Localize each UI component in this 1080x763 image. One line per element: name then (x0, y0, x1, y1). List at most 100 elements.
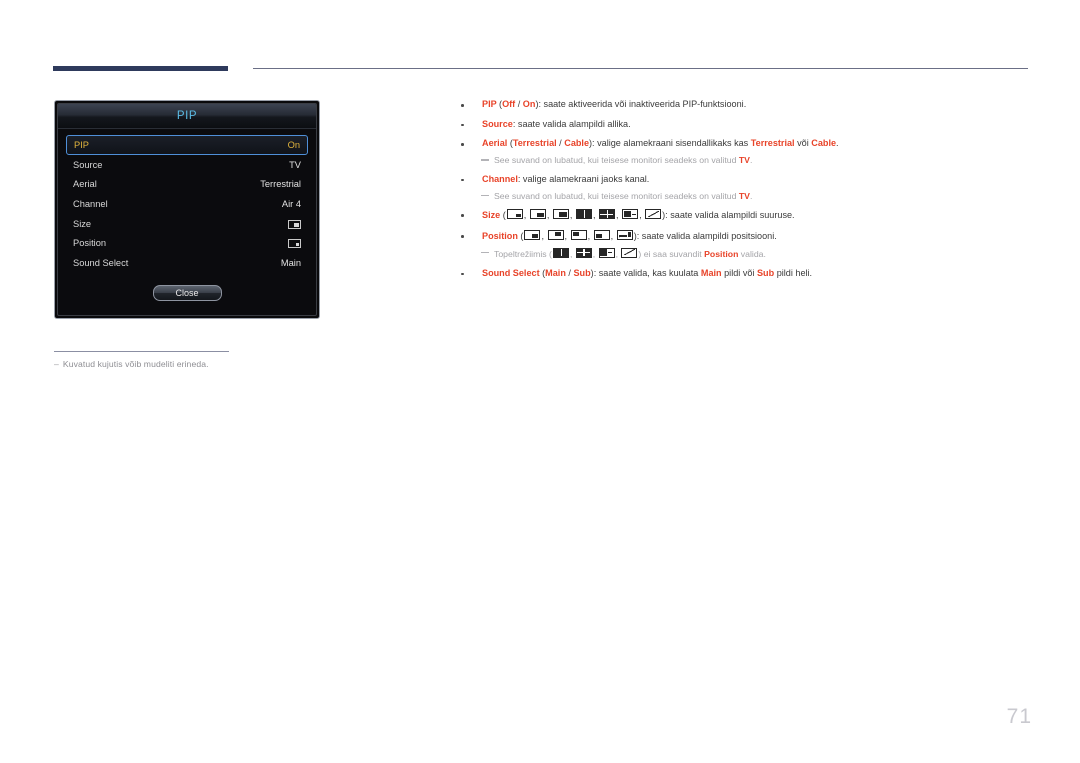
bullet-sound-select: Sound Select (Main / Sub): saate valida,… (455, 268, 1030, 279)
text-run: See suvand on lubatud, kui teisese monit… (494, 190, 739, 201)
pip-osd-inner: PIP PIP On Source TV Aerial Terrestrial Channe… (57, 103, 317, 316)
highlight-text: Aerial (482, 138, 510, 149)
osd-row-label: Size (73, 218, 92, 229)
osd-row-label: PIP (74, 140, 89, 150)
header-rule-accent (53, 66, 228, 71)
pip-double-quad-icon (599, 209, 616, 220)
osd-row-source[interactable]: Source TV (66, 155, 308, 175)
description-list: PIP (Off / On): saate aktiveerida või in… (455, 99, 1030, 287)
osd-row-label: Sound Select (73, 257, 129, 268)
highlight-text: Terrestrial (512, 138, 557, 149)
note-aerial-note: See suvand on lubatud, kui teisese monit… (455, 155, 1030, 166)
bullet-source: Source: saate valida alampildi allika. (455, 119, 1030, 130)
text-run: , (564, 231, 570, 242)
header-rule-line (253, 68, 1028, 69)
pip-double-wide-icon (622, 209, 639, 220)
highlight-text: Main (700, 267, 722, 278)
osd-row-value: On (287, 140, 300, 150)
highlight-text: Size (482, 210, 503, 221)
highlight-text: Position (482, 231, 521, 242)
osd-row-value: TV (289, 159, 301, 170)
bullet-position: Position (, , , , ): saate valida alampi… (455, 230, 1030, 242)
osd-row-value-size-icon (288, 219, 301, 229)
text-run: , (587, 231, 593, 242)
osd-row-label: Source (73, 159, 103, 170)
highlight-text: PIP (482, 99, 500, 109)
highlight-text: Sub (573, 267, 591, 278)
highlight-text: Sub (756, 267, 775, 278)
pip-osd-dialog: PIP PIP On Source TV Aerial Terrestrial Channe… (54, 100, 320, 319)
bullet-aerial: Aerial (Terrestrial / Cable): valige ala… (455, 138, 1030, 149)
highlight-text: Cable (811, 138, 837, 149)
note-position-note: Topeltrežiimis (, , , ) ei saa suvandit … (455, 247, 1030, 260)
highlight-text: Main (545, 267, 566, 278)
highlight-text: TV (738, 190, 750, 201)
highlight-text: Channel (482, 173, 518, 184)
page-number: 71 (1006, 705, 1032, 728)
figure-note-rule (54, 351, 229, 352)
text-run: ): saate aktiveerida või inaktiveerida P… (535, 99, 747, 109)
osd-row-label: Channel (73, 198, 108, 209)
close-button[interactable]: Close (152, 285, 222, 301)
text-run: See suvand on lubatud, kui teisese monit… (494, 154, 739, 165)
osd-row-sound-select[interactable]: Sound Select Main (66, 253, 308, 273)
osd-row-aerial[interactable]: Aerial Terrestrial (66, 175, 308, 195)
text-run: ( (520, 231, 524, 242)
pip-double-quad-icon (575, 247, 592, 258)
note-channel-note: See suvand on lubatud, kui teisese monit… (455, 191, 1030, 202)
highlight-text: Cable (564, 138, 590, 149)
text-run: , (615, 248, 621, 259)
text-run: , (569, 210, 575, 221)
osd-row-label: Aerial (73, 179, 97, 190)
pip-position-top-right-icon (547, 230, 564, 241)
osd-row-size[interactable]: Size (66, 214, 308, 234)
pip-osd-title: PIP (58, 104, 316, 129)
text-run: , (541, 231, 547, 242)
osd-row-value: Air 4 (281, 198, 301, 209)
figure-note-dash: – (54, 359, 59, 369)
text-run: pildi heli. (774, 267, 813, 278)
text-run: . (836, 138, 839, 149)
text-run: . (749, 154, 753, 165)
highlight-text: On (522, 99, 536, 109)
text-run: pildi või (721, 267, 757, 278)
osd-row-value: Main (280, 257, 301, 268)
text-run: , (592, 210, 599, 221)
text-run: Topeltrežiimis ( (494, 248, 552, 259)
pip-double-vertical-icon (552, 247, 569, 258)
manual-page: PIP PIP On Source TV Aerial Terrestrial Channe… (0, 0, 1080, 763)
text-run: : saate valida alampildi allika. (512, 118, 631, 129)
text-run: , (592, 248, 598, 259)
pip-double-wide-icon (598, 247, 615, 258)
text-run: , (546, 210, 552, 221)
text-run: , (639, 210, 645, 221)
figure-note-text: Kuvatud kujutis võib mudeliti erineda. (62, 359, 209, 369)
osd-row-channel[interactable]: Channel Air 4 (66, 194, 308, 214)
pip-size-medium-icon (529, 209, 546, 220)
text-run: valida. (738, 248, 766, 259)
text-run: , (569, 248, 575, 259)
text-run: või (794, 138, 812, 149)
text-run: : valige alamekraani jaoks kanal. (517, 173, 650, 184)
text-run: ): valige alamekraani sisendallikaks kas (589, 138, 751, 149)
highlight-text: TV (738, 154, 750, 165)
bullet-channel: Channel: valige alamekraani jaoks kanal. (455, 174, 1030, 185)
pip-position-custom-icon (616, 230, 633, 241)
pip-size-icon (288, 219, 301, 229)
osd-row-value: Terrestrial (260, 179, 301, 190)
bullet-pip: PIP (Off / On): saate aktiveerida või in… (455, 99, 1030, 110)
osd-row-position[interactable]: Position (66, 233, 308, 253)
pip-double-diagonal-icon (645, 209, 662, 220)
osd-row-pip[interactable]: PIP On (66, 135, 308, 155)
pip-double-vertical-icon (575, 209, 592, 220)
osd-row-value-position-icon (288, 238, 301, 249)
text-run: ): saate valida alampildi suuruse. (662, 210, 795, 221)
bullet-size: Size (, , , , , , ): saate valida alampi… (455, 209, 1030, 221)
pip-position-icon (288, 239, 301, 249)
text-run: , (610, 231, 616, 242)
highlight-text: Position (704, 248, 739, 259)
text-run: ): saate valida, kas kuulata (590, 267, 701, 278)
highlight-text: Off (502, 99, 516, 109)
pip-osd-footer: Close (58, 285, 316, 301)
highlight-text: Terrestrial (750, 138, 795, 149)
